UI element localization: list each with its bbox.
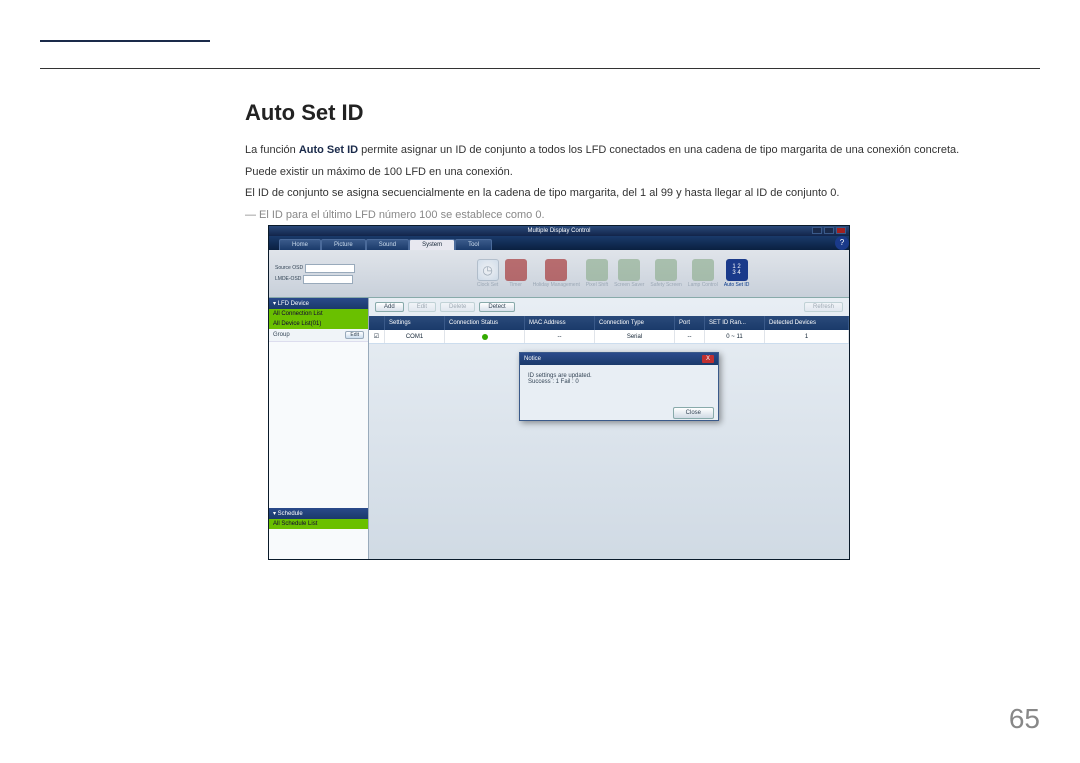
dropdown-lmde-osd[interactable] [303, 275, 353, 284]
col-port[interactable]: Port [675, 316, 705, 330]
edit-button[interactable]: Edit [408, 302, 436, 312]
window-buttons [812, 227, 846, 234]
sidebar-edit-button[interactable]: Edit [345, 331, 364, 339]
tool-pixel-shift[interactable]: Pixel Shift [586, 259, 608, 288]
notice-dialog: Notice X ID settings are updated. Succes… [519, 352, 719, 421]
dd-label-lmde: LMDE-OSD [275, 276, 301, 282]
dialog-footer: Close [520, 405, 718, 420]
cell-check[interactable]: ☑ [369, 330, 385, 343]
col-setid-range[interactable]: SET ID Ran... [705, 316, 765, 330]
dialog-close-button[interactable]: Close [673, 407, 714, 419]
page-content: Auto Set ID La función Auto Set ID permi… [245, 100, 1035, 221]
cell-detected: 1 [765, 330, 849, 343]
tool-lamp-control[interactable]: Lamp Control [688, 259, 718, 288]
thumb-icon [618, 259, 640, 281]
sidebar-lfd-header[interactable]: ▾ LFD Device [269, 298, 368, 309]
ribbon-toolbar: Source OSD LMDE-OSD Clock Set Timer Holi… [269, 250, 849, 298]
app-body: ▾ LFD Device All Connection List All Dev… [269, 298, 849, 559]
dd-label-source: Source OSD [275, 265, 303, 271]
cell-settings: COM1 [385, 330, 445, 343]
sidebar: ▾ LFD Device All Connection List All Dev… [269, 298, 369, 559]
window-titlebar: Multiple Display Control [269, 226, 849, 236]
thumb-icon [586, 259, 608, 281]
app-screenshot: Multiple Display Control Home Picture So… [268, 225, 850, 560]
cell-status [445, 330, 525, 343]
toolbar-icons: Clock Set Timer Holiday Management Pixel… [383, 259, 843, 288]
col-detected[interactable]: Detected Devices [765, 316, 849, 330]
minimize-button[interactable] [812, 227, 822, 234]
dialog-titlebar: Notice X [520, 353, 718, 365]
close-window-button[interactable] [836, 227, 846, 234]
table-row[interactable]: ☑ COM1 -- Serial -- 0 ~ 11 1 [369, 330, 849, 344]
tool-safety-screen[interactable]: Safety Screen [650, 259, 681, 288]
dialog-title-text: Notice [524, 356, 541, 362]
sidebar-group-label: Group [273, 332, 290, 338]
grid-id-icon: 1 23 4 [726, 259, 748, 281]
para1-bold: Auto Set ID [299, 144, 358, 156]
detect-button[interactable]: Detect [479, 302, 514, 312]
window-title: Multiple Display Control [527, 228, 590, 234]
tab-picture[interactable]: Picture [321, 239, 366, 250]
main-tabs: Home Picture Sound System Tool ? [269, 236, 849, 250]
tool-screen-saver[interactable]: Screen Saver [614, 259, 644, 288]
para1-prefix: La función [245, 144, 299, 156]
note-line: El ID para el último LFD número 100 se e… [245, 209, 1035, 221]
tool-timer[interactable]: Timer [505, 259, 527, 288]
lamp-icon [692, 259, 714, 281]
col-mac[interactable]: MAC Address [525, 316, 595, 330]
tab-system[interactable]: System [409, 239, 455, 250]
calendar-icon [545, 259, 567, 281]
para1-suffix: permite asignar un ID de conjunto a todo… [358, 144, 959, 156]
sidebar-fill2 [269, 529, 368, 559]
sidebar-schedule-header[interactable]: ▾ Schedule [269, 508, 368, 519]
page-number: 65 [1009, 703, 1040, 735]
col-check[interactable] [369, 316, 385, 330]
grid-header: Settings Connection Status MAC Address C… [369, 316, 849, 330]
dialog-line2: Success : 1 Fail : 0 [528, 379, 710, 385]
dialog-body: ID settings are updated. Success : 1 Fai… [520, 365, 718, 405]
dialog-close-icon[interactable]: X [702, 355, 714, 363]
sidebar-all-schedule[interactable]: All Schedule List [269, 519, 368, 529]
sidebar-fill [269, 342, 368, 508]
thumb-icon [655, 259, 677, 281]
cell-port: -- [675, 330, 705, 343]
cell-mac: -- [525, 330, 595, 343]
col-conn-status[interactable]: Connection Status [445, 316, 525, 330]
sidebar-all-device-list[interactable]: All Device List(01) [269, 319, 368, 329]
tool-auto-set-id[interactable]: 1 23 4Auto Set ID [724, 259, 750, 288]
tab-tool[interactable]: Tool [455, 239, 492, 250]
tool-clock-set[interactable]: Clock Set [477, 259, 499, 288]
add-button[interactable]: Add [375, 302, 404, 312]
tab-home[interactable]: Home [279, 239, 321, 250]
col-settings[interactable]: Settings [385, 316, 445, 330]
section-heading: Auto Set ID [245, 100, 1035, 126]
paragraph-3: El ID de conjunto se asigna secuencialme… [245, 185, 1035, 203]
tab-sound[interactable]: Sound [366, 239, 409, 250]
col-conn-type[interactable]: Connection Type [595, 316, 675, 330]
action-row: Add Edit Delete Detect Refresh [369, 298, 849, 316]
sidebar-all-connection[interactable]: All Connection List [269, 309, 368, 319]
timer-icon [505, 259, 527, 281]
maximize-button[interactable] [824, 227, 834, 234]
status-dot-green [482, 334, 488, 340]
dropdown-source-osd[interactable] [305, 264, 355, 273]
sidebar-group-row: Group Edit [269, 329, 368, 342]
cell-range: 0 ~ 11 [705, 330, 765, 343]
side-accent-rule [40, 40, 210, 42]
paragraph-1: La función Auto Set ID permite asignar u… [245, 142, 1035, 160]
cell-type: Serial [595, 330, 675, 343]
main-panel: Add Edit Delete Detect Refresh Settings … [369, 298, 849, 559]
clock-icon [477, 259, 499, 281]
help-button[interactable]: ? [835, 236, 849, 250]
tool-holiday[interactable]: Holiday Management [533, 259, 580, 288]
refresh-button[interactable]: Refresh [804, 302, 843, 312]
delete-button[interactable]: Delete [440, 302, 475, 312]
header-rule [40, 68, 1040, 69]
toolbar-dropdowns: Source OSD LMDE-OSD [275, 264, 375, 284]
paragraph-2: Puede existir un máximo de 100 LFD en un… [245, 164, 1035, 182]
